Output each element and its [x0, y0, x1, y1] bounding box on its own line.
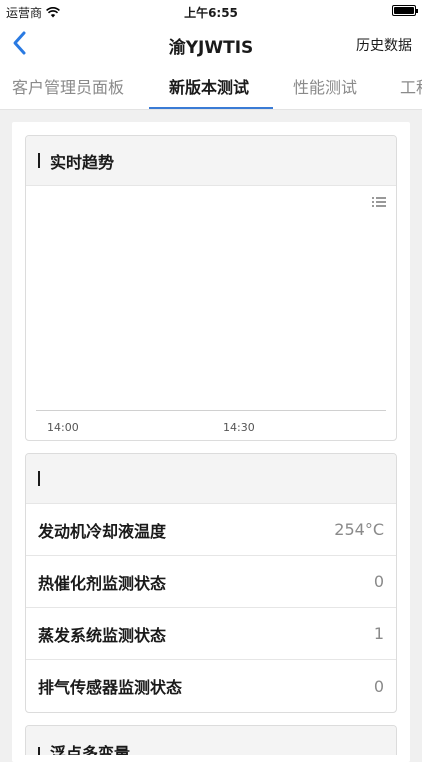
realtime-trend-card: 实时趋势 14:00 14:30 — [25, 135, 397, 441]
header-bar-marker — [38, 153, 40, 168]
navigation-bar: 渝YJWTIS 历史数据 — [0, 22, 422, 66]
status-bar: 运营商 上午6:55 — [0, 0, 422, 22]
card-title: 浮点多变量 — [50, 744, 131, 755]
row-value: 0 — [373, 676, 384, 696]
row-value: 0 — [373, 572, 384, 591]
card-header: 实时趋势 — [26, 136, 396, 186]
status-time: 上午6:55 — [184, 6, 238, 20]
float-multivariable-card: 浮点多变量 — [25, 725, 397, 755]
row-value: 1 — [373, 624, 384, 643]
row-label: 热催化剂监测状态 — [38, 573, 167, 593]
row-value: 254°C — [334, 520, 384, 539]
list-item: 发动机冷却液温度 254°C — [26, 504, 396, 556]
list-item: 热催化剂监测状态 0 — [26, 556, 396, 608]
tab-engineering[interactable]: 工程 — [400, 66, 422, 109]
list-icon[interactable] — [372, 196, 386, 208]
x-tick-label: 14:30 — [223, 421, 255, 434]
x-axis-line — [36, 410, 386, 411]
tab-performance-test[interactable]: 性能测试 — [293, 66, 357, 109]
trend-chart: 14:00 14:30 — [26, 186, 396, 440]
history-data-button[interactable]: 历史数据 — [356, 35, 412, 55]
tab-new-version-test[interactable]: 新版本测试 — [169, 66, 249, 109]
active-tab-indicator — [149, 107, 273, 109]
tab-customer-admin-panel[interactable]: 客户管理员面板 — [12, 66, 124, 109]
tab-bar: 客户管理员面板 新版本测试 性能测试 工程 — [0, 66, 422, 110]
content-panel: 实时趋势 14:00 14:30 发动机冷却液温度 254°C 热催化剂监测状态… — [12, 122, 410, 762]
card-header: 浮点多变量 — [26, 726, 396, 755]
status-card: 发动机冷却液温度 254°C 热催化剂监测状态 0 蒸发系统监测状态 1 排气传… — [25, 453, 397, 713]
header-bar-marker — [38, 471, 40, 486]
battery-icon — [392, 5, 418, 16]
list-item: 蒸发系统监测状态 1 — [26, 608, 396, 660]
card-header — [26, 454, 396, 504]
row-label: 发动机冷却液温度 — [38, 521, 167, 541]
row-label: 蒸发系统监测状态 — [38, 625, 167, 645]
x-tick-label: 14:00 — [47, 421, 79, 434]
list-item: 排气传感器监测状态 0 — [26, 660, 396, 712]
header-bar-marker — [38, 747, 40, 755]
card-title: 实时趋势 — [50, 152, 115, 172]
row-label: 排气传感器监测状态 — [38, 678, 183, 697]
